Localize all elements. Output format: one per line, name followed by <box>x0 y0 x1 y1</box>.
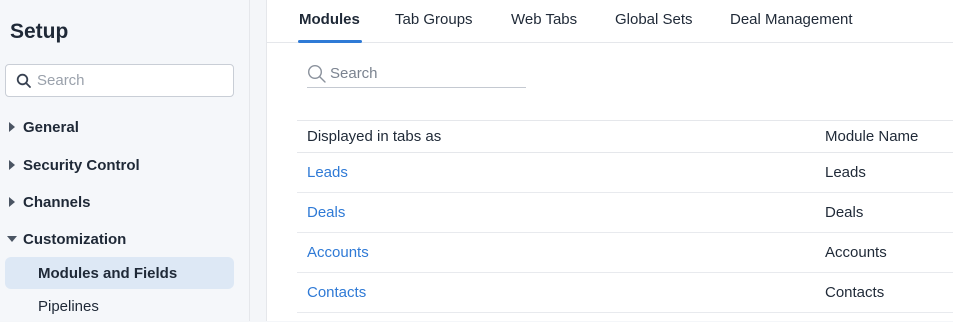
module-link[interactable]: Contacts <box>307 284 366 301</box>
tab-tab-groups[interactable]: Tab Groups <box>395 11 473 28</box>
sidebar-subitem-modules-and-fields[interactable]: Modules and Fields <box>5 257 234 289</box>
modules-table: Displayed in tabs as Module Name Leads L… <box>297 120 953 313</box>
module-link[interactable]: Accounts <box>307 244 369 261</box>
sidebar-item-channels[interactable]: Channels <box>0 187 240 217</box>
sidebar-subitem-label: Pipelines <box>38 297 99 315</box>
sidebar: Setup General Security Control Channels <box>0 0 250 321</box>
sidebar-item-label: General <box>23 118 79 136</box>
module-name: Deals <box>825 204 864 221</box>
active-tab-indicator <box>298 40 362 43</box>
tab-modules[interactable]: Modules <box>299 11 360 28</box>
table-row: Contacts Contacts <box>297 273 953 313</box>
caret-right-icon <box>0 122 23 132</box>
sidebar-title: Setup <box>10 20 69 43</box>
tab-bar: Modules Tab Groups Web Tabs Global Sets … <box>267 0 953 43</box>
sidebar-search-box[interactable] <box>5 64 234 97</box>
caret-down-icon <box>0 235 23 243</box>
caret-right-icon <box>0 160 23 170</box>
table-row: Deals Deals <box>297 193 953 233</box>
tab-deal-management[interactable]: Deal Management <box>730 11 853 28</box>
sidebar-search-input[interactable] <box>37 72 217 89</box>
column-header-module-name: Module Name <box>825 128 919 145</box>
module-link[interactable]: Deals <box>307 204 345 221</box>
tab-web-tabs[interactable]: Web Tabs <box>511 11 577 28</box>
main-panel: Modules Tab Groups Web Tabs Global Sets … <box>266 0 953 321</box>
column-header-displayed-in-tabs-as: Displayed in tabs as <box>307 128 442 145</box>
caret-right-icon <box>0 197 23 207</box>
search-icon <box>15 72 33 90</box>
table-row: Leads Leads <box>297 153 953 193</box>
search-icon <box>307 64 327 84</box>
sidebar-item-security-control[interactable]: Security Control <box>0 150 240 180</box>
module-name: Accounts <box>825 244 887 261</box>
sidebar-item-label: Channels <box>23 193 91 211</box>
module-name: Leads <box>825 164 866 181</box>
sidebar-item-general[interactable]: General <box>0 112 240 142</box>
sidebar-item-label: Security Control <box>23 156 140 174</box>
sidebar-subitem-label: Modules and Fields <box>38 264 178 282</box>
sidebar-item-label: Customization <box>23 230 127 248</box>
sidebar-item-customization[interactable]: Customization <box>0 224 240 254</box>
table-header: Displayed in tabs as Module Name <box>297 120 953 153</box>
tab-global-sets[interactable]: Global Sets <box>615 11 693 28</box>
sidebar-subitem-pipelines[interactable]: Pipelines <box>5 290 234 322</box>
module-search-input[interactable] <box>330 65 510 82</box>
table-row: Accounts Accounts <box>297 233 953 273</box>
module-search-box[interactable] <box>307 60 526 88</box>
module-link[interactable]: Leads <box>307 164 348 181</box>
module-name: Contacts <box>825 284 885 301</box>
